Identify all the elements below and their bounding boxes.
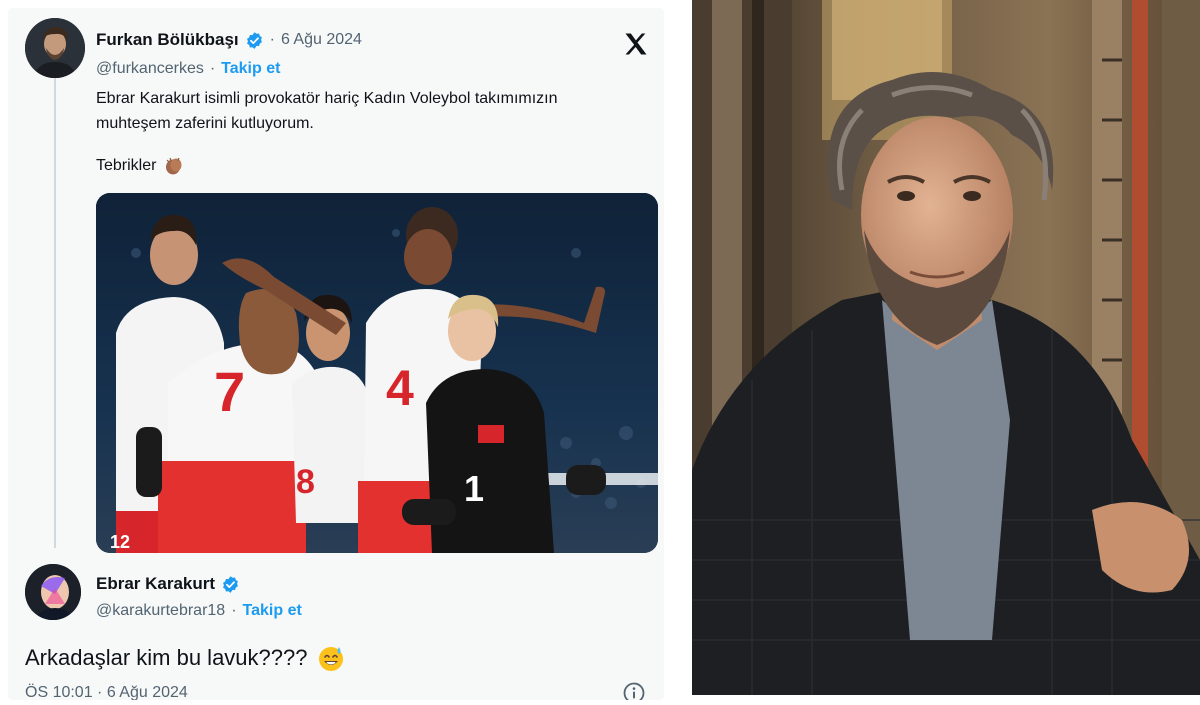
jersey-number: 7 xyxy=(214,360,245,423)
sweat-smile-emoji-icon xyxy=(319,647,344,671)
man-portrait-photo xyxy=(692,0,1200,695)
jersey-number: 12 xyxy=(110,532,130,552)
x-logo-icon[interactable] xyxy=(622,30,650,58)
tweet-body: Ebrar Karakurt isimli provokatör hariç K… xyxy=(96,86,636,136)
verified-badge-icon xyxy=(223,575,239,593)
separator-dot: · xyxy=(209,60,216,77)
volleyball-team-photo: 12 7 8 4 1 xyxy=(96,193,658,553)
tweet-card: Furkan Bölükbaşı · 6 Ağu 2024 @furkancer… xyxy=(8,8,664,700)
follow-button[interactable]: Takip et xyxy=(221,60,280,78)
tweet-date[interactable]: 6 Ağu 2024 xyxy=(281,31,362,49)
tweet-congrats: Tebrikler xyxy=(96,156,184,176)
avatar[interactable] xyxy=(25,18,85,78)
reply-timestamp[interactable]: ÖS 10:01 · 6 Ağu 2024 xyxy=(25,684,188,700)
avatar-photo xyxy=(25,18,85,78)
reply-body: Arkadaşlar kim bu lavuk???? xyxy=(25,644,345,672)
thread-connector xyxy=(54,78,56,548)
verified-badge-icon xyxy=(246,31,262,49)
avatar[interactable] xyxy=(25,564,81,620)
jersey-number: 8 xyxy=(296,463,315,501)
portrait-photo xyxy=(692,0,1200,695)
separator-dot: · xyxy=(231,602,237,619)
info-icon[interactable] xyxy=(622,681,646,700)
separator-dot: · xyxy=(269,31,275,48)
author-name[interactable]: Ebrar Karakurt xyxy=(96,574,215,594)
handle-row: @furkancerkes · Takip et xyxy=(96,60,280,78)
tweet-text-line: muhteşem zaferini kutluyorum. xyxy=(96,115,314,132)
avatar-photo xyxy=(25,564,81,620)
author-handle[interactable]: @karakurtebrar18 xyxy=(96,602,225,620)
reply-header: Ebrar Karakurt xyxy=(96,574,240,594)
congrats-text: Tebrikler xyxy=(96,157,157,174)
clapping-hands-icon xyxy=(166,157,182,175)
tweet-header: Furkan Bölükbaşı · 6 Ağu 2024 xyxy=(96,30,362,50)
jersey-number: 1 xyxy=(464,468,484,509)
reply-text: Arkadaşlar kim bu lavuk???? xyxy=(25,645,308,670)
handle-row: @karakurtebrar18 · Takip et xyxy=(96,602,302,620)
tweet-media-photo[interactable]: 12 7 8 4 1 xyxy=(96,193,658,553)
jersey-number: 4 xyxy=(386,360,414,416)
follow-button[interactable]: Takip et xyxy=(243,602,302,620)
tweet-text-line: Ebrar Karakurt isimli provokatör hariç K… xyxy=(96,90,558,107)
author-name[interactable]: Furkan Bölükbaşı xyxy=(96,30,239,50)
author-handle[interactable]: @furkancerkes xyxy=(96,60,204,78)
